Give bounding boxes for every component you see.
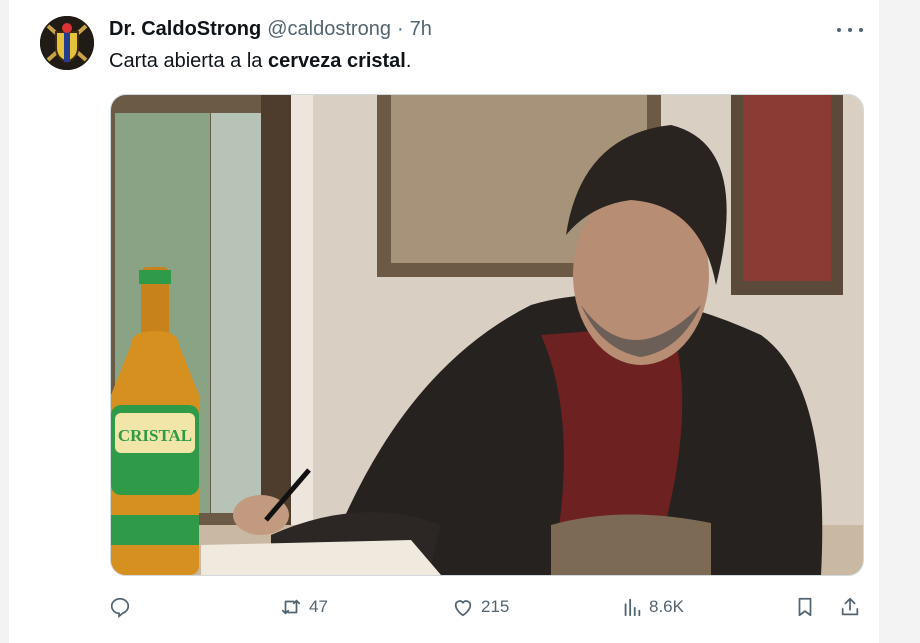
like-count: 215	[481, 597, 510, 616]
author-handle[interactable]: @caldostrong	[267, 17, 391, 41]
photo-illustration: CRISTAL	[111, 95, 863, 575]
views-icon	[624, 598, 641, 617]
more-icon[interactable]	[837, 20, 863, 40]
separator: ·	[396, 18, 404, 40]
bookmark-button[interactable]	[794, 594, 816, 620]
tweet-text-end: .	[405, 50, 412, 72]
views-count: 8.6K	[649, 597, 684, 616]
timestamp[interactable]: 7h	[410, 17, 432, 41]
bottle-label: CRISTAL	[118, 426, 192, 445]
author-name[interactable]: Dr. CaldoStrong	[109, 17, 261, 41]
share-icon	[841, 597, 859, 616]
bookmark-icon	[798, 597, 812, 617]
reply-button[interactable]	[109, 594, 137, 620]
share-button[interactable]	[839, 594, 861, 620]
tweet-header: Dr. CaldoStrong @caldostrong · 7h	[109, 17, 432, 41]
like-button[interactable]: 215	[451, 594, 509, 620]
retweet-icon	[281, 599, 301, 615]
retweet-button[interactable]: 47	[279, 594, 328, 620]
retweet-count: 47	[309, 597, 328, 616]
tweet-image[interactable]: CRISTAL	[110, 94, 864, 576]
tweet-text-start: Carta abierta a la	[109, 50, 268, 72]
heart-icon	[454, 600, 472, 617]
avatar-crest-icon	[40, 16, 94, 70]
views-button[interactable]: 8.6K	[621, 594, 684, 620]
action-bar: 47 215 8.6K	[109, 594, 869, 620]
tweet-text: Carta abierta a la cerveza cristal.	[109, 48, 411, 74]
avatar[interactable]	[40, 16, 94, 70]
tweet-text-bold: cerveza cristal	[267, 50, 406, 72]
reply-icon	[110, 597, 130, 618]
tweet-card[interactable]: Dr. CaldoStrong @caldostrong · 7h Carta …	[8, 0, 880, 643]
